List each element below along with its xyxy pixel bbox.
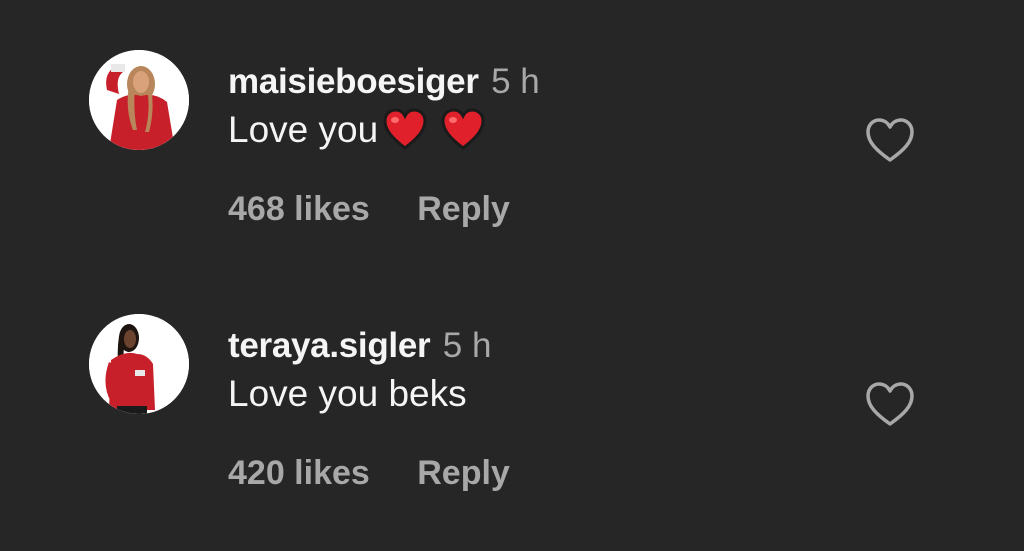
comment-header: maisieboesiger 5 h: [228, 60, 540, 104]
avatar[interactable]: [89, 50, 189, 150]
comment-meta: 420 likes Reply: [228, 454, 510, 493]
avatar[interactable]: [89, 314, 189, 414]
reply-button[interactable]: Reply: [417, 454, 510, 492]
heart-outline-icon[interactable]: [862, 378, 918, 430]
red-heart-emoji-icon: [441, 108, 485, 150]
comment-meta: 468 likes Reply: [228, 190, 510, 229]
comment-text-content: Love you beks: [228, 373, 467, 414]
username[interactable]: maisieboesiger: [228, 62, 479, 101]
comment-body: teraya.sigler 5 h Love you beks 420 like…: [228, 324, 510, 492]
comment-text: Love you beks: [228, 368, 491, 420]
reply-button[interactable]: Reply: [417, 190, 510, 228]
red-heart-emoji-icon: [383, 108, 427, 150]
likes-count[interactable]: 420 likes: [228, 454, 370, 492]
heart-outline-icon[interactable]: [862, 114, 918, 166]
timestamp[interactable]: 5 h: [443, 326, 492, 365]
comment-text-content: Love you: [228, 109, 379, 150]
avatar-image: [89, 314, 189, 414]
timestamp[interactable]: 5 h: [491, 62, 540, 101]
likes-count[interactable]: 468 likes: [228, 190, 370, 228]
avatar-image: [89, 50, 189, 150]
comment-header: teraya.sigler 5 h: [228, 324, 491, 368]
comment-body: maisieboesiger 5 h Love you 468 likes Re…: [228, 60, 540, 228]
comment-list: maisieboesiger 5 h Love you 468 likes Re…: [0, 0, 1024, 551]
username[interactable]: teraya.sigler: [228, 326, 431, 365]
comment-text: Love you: [228, 104, 540, 156]
